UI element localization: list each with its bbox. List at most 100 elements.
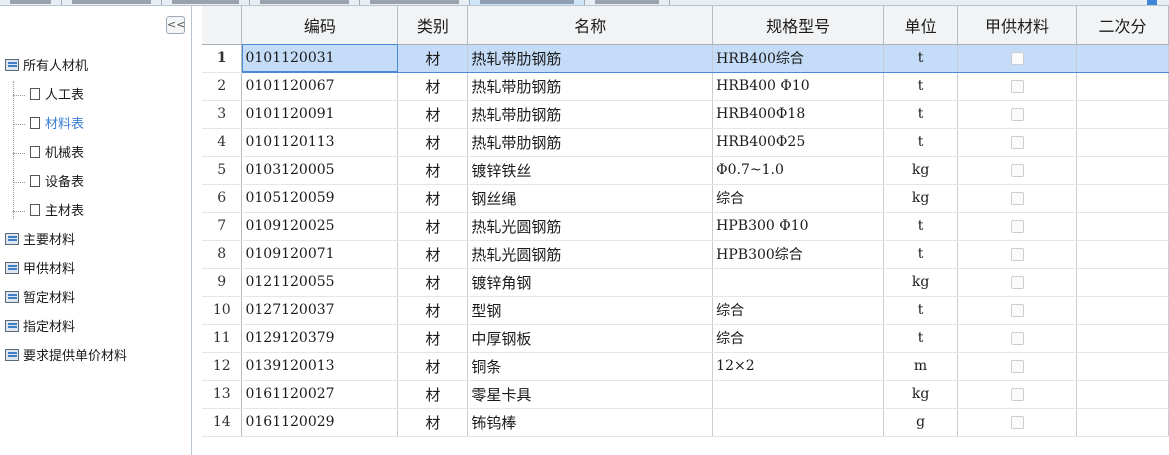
column-header[interactable]: 类别	[397, 6, 469, 45]
table-row[interactable]: 11 0129120379 材中厚钢板 综合 t	[202, 324, 1169, 353]
sidebar-item[interactable]: 人工表	[0, 81, 192, 110]
sidebar-item[interactable]: 机械表	[0, 139, 192, 168]
cell-code[interactable]: 0139120013	[241, 352, 399, 381]
cell-secondary[interactable]	[1076, 128, 1169, 157]
cell-cat[interactable]: 材	[397, 128, 469, 157]
cell-code[interactable]: 0101120113	[241, 128, 399, 157]
cell-secondary[interactable]	[1076, 296, 1169, 325]
column-header[interactable]: 甲供材料	[957, 6, 1077, 45]
column-header[interactable]: 规格型号	[712, 6, 885, 45]
cell-unit[interactable]: t	[883, 72, 959, 101]
cell-unit[interactable]: t	[883, 128, 959, 157]
cell-cat[interactable]: 材	[397, 156, 469, 185]
column-header[interactable]: 名称	[467, 6, 714, 45]
cell-unit[interactable]: kg	[883, 380, 959, 409]
cell-spec[interactable]: HRB400Φ25	[712, 128, 885, 157]
supplied-material-checkbox[interactable]	[1010, 388, 1024, 401]
cell-spec[interactable]: HRB400 Φ10	[712, 72, 885, 101]
cell-secondary[interactable]	[1076, 268, 1169, 297]
cell-spec[interactable]: 综合	[712, 324, 885, 353]
cell-code[interactable]: 0101120031	[241, 43, 399, 73]
cell-code[interactable]: 0101120067	[241, 72, 399, 101]
table-row[interactable]: 7 0109120025 材热轧光圆钢筋 HPB300 Φ10 t	[202, 212, 1169, 241]
supplied-material-checkbox[interactable]	[1010, 192, 1024, 205]
cell-name[interactable]: 镀锌铁丝	[467, 156, 714, 185]
cell-secondary[interactable]	[1076, 72, 1169, 101]
cell-cat[interactable]: 材	[397, 380, 469, 409]
cell-cat[interactable]: 材	[397, 43, 469, 73]
supplied-material-checkbox[interactable]	[1010, 108, 1024, 121]
supplied-material-checkbox[interactable]	[1010, 360, 1024, 373]
supplied-material-checkbox[interactable]	[1010, 164, 1024, 177]
cell-unit[interactable]: g	[883, 408, 959, 437]
table-row[interactable]: 4 0101120113 材热轧带肋钢筋 HRB400Φ25 t	[202, 128, 1169, 157]
sidebar-item[interactable]: 甲供材料	[0, 255, 192, 284]
cell-code[interactable]: 0161120027	[241, 380, 399, 409]
cell-unit[interactable]: kg	[883, 184, 959, 213]
cell-secondary[interactable]	[1076, 156, 1169, 185]
cell-cat[interactable]: 材	[397, 296, 469, 325]
sidebar-item[interactable]: 主材表	[0, 197, 192, 226]
cell-spec[interactable]: 综合	[712, 296, 885, 325]
cell-cat[interactable]: 材	[397, 408, 469, 437]
cell-cat[interactable]: 材	[397, 72, 469, 101]
cell-code[interactable]: 0121120055	[241, 268, 399, 297]
cell-spec[interactable]: Φ0.7~1.0	[712, 156, 885, 185]
cell-secondary[interactable]	[1076, 408, 1169, 437]
cell-code[interactable]: 0109120071	[241, 240, 399, 269]
cell-name[interactable]: 钢丝绳	[467, 184, 714, 213]
cell-secondary[interactable]	[1076, 100, 1169, 129]
cell-name[interactable]: 热轧光圆钢筋	[467, 212, 714, 241]
column-header[interactable]: 二次分	[1076, 6, 1169, 45]
cell-unit[interactable]: m	[883, 352, 959, 381]
cell-spec[interactable]: 综合	[712, 184, 885, 213]
cell-secondary[interactable]	[1076, 212, 1169, 241]
cell-unit[interactable]: t	[883, 324, 959, 353]
table-row[interactable]: 6 0105120059 材钢丝绳 综合 kg	[202, 184, 1169, 213]
cell-cat[interactable]: 材	[397, 324, 469, 353]
cell-secondary[interactable]	[1076, 380, 1169, 409]
cell-unit[interactable]: t	[883, 296, 959, 325]
table-row[interactable]: 13 0161120027 材零星卡具 kg	[202, 380, 1169, 409]
cell-secondary[interactable]	[1076, 240, 1169, 269]
cell-name[interactable]: 热轧带肋钢筋	[467, 128, 714, 157]
cell-spec[interactable]: HRB400Φ18	[712, 100, 885, 129]
cell-code[interactable]: 0101120091	[241, 100, 399, 129]
supplied-material-checkbox[interactable]	[1010, 52, 1024, 65]
table-row[interactable]: 14 0161120029 材钸钨棒 g	[202, 408, 1169, 437]
table-row[interactable]: 2 0101120067 材热轧带肋钢筋 HRB400 Φ10 t	[202, 72, 1169, 101]
cell-spec[interactable]: HPB300综合	[712, 240, 885, 269]
cell-name[interactable]: 镀锌角钢	[467, 268, 714, 297]
cell-name[interactable]: 零星卡具	[467, 380, 714, 409]
sidebar-item[interactable]: 指定材料	[0, 313, 192, 342]
cell-code[interactable]: 0103120005	[241, 156, 399, 185]
table-row[interactable]: 10 0127120037 材型钢 综合 t	[202, 296, 1169, 325]
cell-cat[interactable]: 材	[397, 352, 469, 381]
cell-unit[interactable]: t	[883, 240, 959, 269]
table-row[interactable]: 8 0109120071 材热轧光圆钢筋 HPB300综合 t	[202, 240, 1169, 269]
supplied-material-checkbox[interactable]	[1010, 304, 1024, 317]
supplied-material-checkbox[interactable]	[1010, 136, 1024, 149]
cell-spec[interactable]: HRB400综合	[712, 43, 885, 73]
cell-spec[interactable]	[712, 380, 885, 409]
cell-code[interactable]: 0105120059	[241, 184, 399, 213]
cell-name[interactable]: 中厚钢板	[467, 324, 714, 353]
cell-unit[interactable]: kg	[883, 156, 959, 185]
cell-code[interactable]: 0129120379	[241, 324, 399, 353]
supplied-material-checkbox[interactable]	[1010, 416, 1024, 429]
cell-secondary[interactable]	[1076, 43, 1169, 73]
cell-name[interactable]: 热轧带肋钢筋	[467, 100, 714, 129]
cell-name[interactable]: 热轧带肋钢筋	[467, 72, 714, 101]
supplied-material-checkbox[interactable]	[1010, 332, 1024, 345]
sidebar-item[interactable]: 暂定材料	[0, 284, 192, 313]
cell-spec[interactable]: 12×2	[712, 352, 885, 381]
cell-cat[interactable]: 材	[397, 268, 469, 297]
supplied-material-checkbox[interactable]	[1010, 220, 1024, 233]
cell-secondary[interactable]	[1076, 352, 1169, 381]
sidebar-item[interactable]: 材料表	[0, 110, 192, 139]
cell-unit[interactable]: kg	[883, 268, 959, 297]
cell-name[interactable]: 热轧带肋钢筋	[467, 43, 714, 73]
sidebar-item[interactable]: 所有人材机	[0, 52, 192, 81]
cell-name[interactable]: 热轧光圆钢筋	[467, 240, 714, 269]
cell-code[interactable]: 0127120037	[241, 296, 399, 325]
